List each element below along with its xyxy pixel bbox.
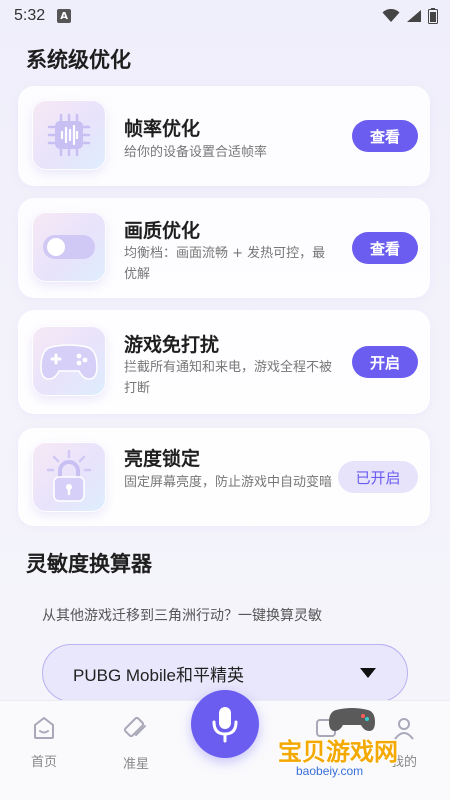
gamepad-icon [32,326,106,396]
card-title: 亮度锁定 [124,448,201,470]
status-bar: 5:32 A [0,0,450,32]
card-brightness-lock: 亮度锁定 固定屏幕亮度，防止游戏中自动变暗 已开启 [18,428,430,526]
toggle-icon [32,212,106,282]
enable-dnd-button[interactable]: 开启 [352,346,418,378]
mic-icon [212,707,238,743]
sensitivity-hint: 从其他游戏迁移到三角洲行动？一键换算灵敏 [42,608,322,624]
nav-home-label: 首页 [30,755,57,770]
card-title: 游戏免打扰 [124,334,220,356]
status-icons [382,8,438,24]
selected-game: PUBG Mobile和平精英 [73,665,244,685]
wifi-icon [382,9,400,22]
nav-crosshair[interactable]: 准星 [106,715,166,772]
chevron-down-icon [360,668,376,678]
watermark: 宝贝游戏网 baobeiy.com [276,704,426,784]
card-description: 均衡档：画面流畅 + 发热可控，最优解 [124,246,326,282]
card-frame-rate: 帧率优化 给你的设备设置合适帧率 查看 [18,86,430,186]
gamepad-logo-icon [329,708,375,731]
card-description: 固定屏幕亮度，防止游戏中自动变暗 [124,475,333,490]
view-frame-rate-button[interactable]: 查看 [352,120,418,152]
brightness-lock-enabled-button[interactable]: 已开启 [338,461,418,493]
status-time: 5:32 [14,7,46,24]
card-title: 帧率优化 [124,118,201,140]
card-game-dnd: 游戏免打扰 拦截所有通知和来电，游戏全程不被打断 开启 [18,310,430,414]
card-description: 拦截所有通知和来电，游戏全程不被打断 [124,360,333,396]
watermark-url: baobeiy.com [296,764,364,778]
mic-button[interactable] [191,690,259,758]
signal-icon [407,10,421,22]
battery-icon [428,8,438,24]
crosshair-icon [123,716,146,738]
home-icon [34,716,54,739]
notification-badge: A [57,9,72,23]
nav-home[interactable]: 首页 [14,715,74,770]
watermark-text: 宝贝游戏网 [278,738,398,766]
card-description: 给你的设备设置合适帧率 [124,145,268,160]
section-title-sensitivity: 灵敏度换算器 [26,552,152,576]
nav-crosshair-label: 准星 [122,757,149,772]
section-title-system: 系统级优化 [26,48,131,72]
card-picture-quality: 画质优化 均衡档：画面流畅 + 发热可控，最优解 查看 [18,198,430,298]
chip-icon [32,100,106,170]
lock-icon [32,442,106,512]
card-title: 画质优化 [124,220,201,242]
view-picture-quality-button[interactable]: 查看 [352,232,418,264]
